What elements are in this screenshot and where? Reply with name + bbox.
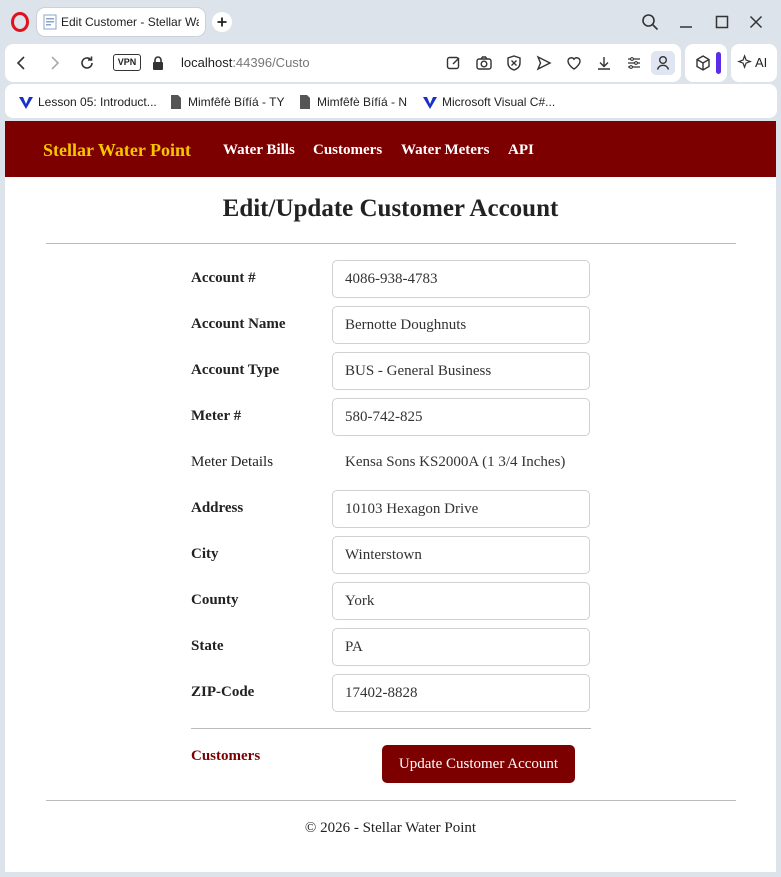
- plus-icon: [217, 17, 227, 27]
- account-number-label: Account #: [191, 270, 256, 286]
- bookmarks-bar: Lesson 05: Introduct... Mimfêfè Bífíá - …: [5, 84, 777, 118]
- edit-page-icon[interactable]: [445, 54, 463, 72]
- meter-details-label: Meter Details: [191, 454, 274, 470]
- document-icon: [300, 95, 310, 109]
- site-navbar: Stellar Water Point Water Bills Customer…: [5, 121, 776, 177]
- bookmark-label: Mimfêfè Bífíá - TY: [188, 95, 285, 109]
- account-number-input[interactable]: [332, 260, 590, 298]
- opera-logo-icon[interactable]: [10, 12, 30, 32]
- heart-icon[interactable]: [565, 54, 583, 72]
- url-host: localhost: [181, 55, 233, 70]
- meter-number-input[interactable]: [332, 398, 590, 436]
- url-field[interactable]: localhost:44396/Custo: [181, 55, 311, 70]
- camera-icon[interactable]: [475, 54, 493, 72]
- vs-icon: [423, 97, 437, 109]
- vpn-badge[interactable]: VPN: [113, 54, 141, 71]
- ai-label: AI: [755, 55, 768, 70]
- url-path: :44396/Custo: [232, 55, 310, 70]
- extensions-button[interactable]: [685, 44, 727, 82]
- bookmark-label: Mimfêfè Bífíá - N: [317, 95, 408, 109]
- send-icon[interactable]: [535, 54, 553, 72]
- state-label: State: [191, 638, 224, 654]
- page-favicon-icon: [43, 14, 57, 30]
- sparkle-icon: [737, 54, 753, 70]
- adblock-icon[interactable]: [505, 54, 523, 72]
- minimize-icon[interactable]: [676, 12, 696, 32]
- nav-customers[interactable]: Customers: [313, 142, 382, 159]
- address-input[interactable]: [332, 490, 590, 528]
- browser-tab-strip: Edit Customer - Stellar Water Point: [0, 0, 781, 44]
- account-name-input[interactable]: [332, 306, 590, 344]
- city-input[interactable]: [332, 536, 590, 574]
- active-tab[interactable]: Edit Customer - Stellar Water Point: [37, 8, 205, 36]
- profile-icon: [656, 55, 670, 70]
- easy-setup-icon[interactable]: [625, 54, 643, 72]
- page-title: Edit/Update Customer Account: [222, 195, 559, 222]
- cube-icon: [696, 55, 710, 71]
- title-divider: [46, 243, 736, 244]
- bookmark-label: Microsoft Visual C#...: [442, 95, 556, 109]
- reload-icon[interactable]: [78, 54, 96, 72]
- nav-api[interactable]: API: [508, 142, 534, 159]
- page-viewport: Stellar Water Point Water Bills Customer…: [5, 121, 776, 872]
- maximize-icon[interactable]: [712, 12, 732, 32]
- search-icon[interactable]: [640, 12, 660, 32]
- account-name-label: Account Name: [191, 316, 286, 332]
- footer-copyright: © 2026 - Stellar Water Point: [304, 820, 477, 836]
- meter-number-label: Meter #: [191, 408, 242, 424]
- nav-water-meters[interactable]: Water Meters: [401, 142, 489, 159]
- ai-button[interactable]: AI: [731, 44, 777, 82]
- account-type-label: Account Type: [191, 362, 280, 378]
- county-label: County: [191, 592, 239, 608]
- bookmark-label: Lesson 05: Introduct...: [38, 95, 157, 109]
- lock-icon[interactable]: [151, 55, 165, 71]
- vs-icon: [19, 97, 33, 109]
- address-bar: VPN localhost:44396/Custo: [5, 44, 681, 82]
- document-icon: [171, 95, 181, 109]
- bookmark-item[interactable]: Microsoft Visual C#...: [422, 93, 572, 111]
- site-brand-link[interactable]: Stellar Water Point: [43, 140, 191, 161]
- customers-link[interactable]: Customers: [191, 748, 260, 765]
- city-label: City: [191, 546, 219, 562]
- state-input[interactable]: [332, 628, 590, 666]
- bookmark-item[interactable]: Lesson 05: Introduct...: [18, 93, 168, 111]
- zip-code-label: ZIP-Code: [191, 684, 255, 700]
- bookmark-item[interactable]: Mimfêfè Bífíá - TY: [168, 93, 293, 111]
- download-icon[interactable]: [595, 54, 613, 72]
- account-type-input[interactable]: [332, 352, 590, 390]
- form-divider: [191, 728, 591, 729]
- close-icon[interactable]: [746, 12, 766, 32]
- tab-title: Edit Customer - Stellar Water Point: [61, 15, 199, 29]
- bookmark-item[interactable]: Mimfêfè Bífíá - N: [297, 93, 422, 111]
- nav-water-bills[interactable]: Water Bills: [223, 142, 295, 159]
- profile-button[interactable]: [651, 51, 675, 75]
- back-arrow-icon[interactable]: [13, 54, 31, 72]
- address-label: Address: [191, 500, 244, 516]
- zip-code-input[interactable]: [332, 674, 590, 712]
- update-customer-account-button[interactable]: Update Customer Account: [382, 745, 575, 783]
- meter-details-value: Kensa Sons KS2000A (1 3/4 Inches): [345, 454, 566, 470]
- forward-arrow-icon[interactable]: [45, 54, 63, 72]
- new-tab-button[interactable]: [212, 12, 232, 32]
- county-input[interactable]: [332, 582, 590, 620]
- accent-indicator: [716, 52, 721, 74]
- footer-divider: [46, 800, 736, 801]
